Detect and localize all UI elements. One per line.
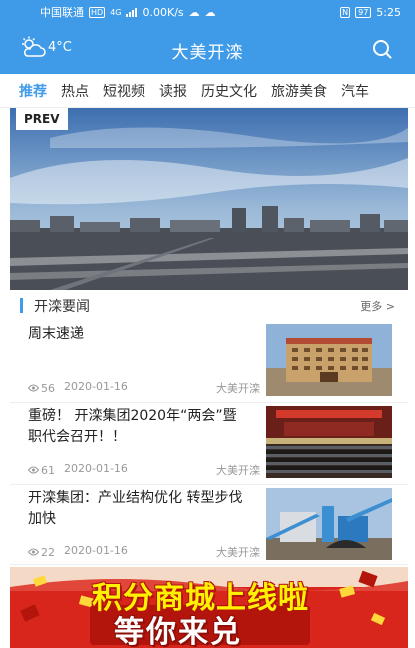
cloud-sync-icon: ☁ xyxy=(204,5,216,19)
city-skyline-image xyxy=(10,108,408,290)
prev-label[interactable]: PREV xyxy=(16,108,68,130)
news-source: 大美开滦 xyxy=(216,382,260,395)
status-right: N 97 5:25 xyxy=(340,6,401,19)
hd-badge: HD xyxy=(89,6,106,18)
network-speed: 0.00K/s xyxy=(142,5,184,19)
news-source: 大美开滦 xyxy=(216,546,260,559)
news-item[interactable]: 重磅！ 开滦集团2020年“两会”暨职代会召开！！ 61 2020-01-16 … xyxy=(20,406,392,482)
news-meta: 56 2020-01-16 大美开滦 xyxy=(28,380,260,396)
tab-recommend[interactable]: 推荐 xyxy=(19,81,47,101)
news-date: 2020-01-16 xyxy=(64,462,128,475)
status-left: 中国联通 HD 4G 0.00K/s ☁ ☁ xyxy=(40,4,216,20)
news-title[interactable]: 重磅！ 开滦集团2020年“两会”暨职代会召开！！ xyxy=(28,406,250,448)
view-count: 22 xyxy=(41,545,55,559)
news-thumbnail[interactable] xyxy=(266,406,392,478)
divider xyxy=(10,402,408,403)
status-bar: 中国联通 HD 4G 0.00K/s ☁ ☁ N 97 5:25 xyxy=(0,0,415,24)
tab-newspaper[interactable]: 读报 xyxy=(159,81,187,101)
divider xyxy=(10,484,408,485)
divider xyxy=(10,564,408,565)
battery-icon: 97 xyxy=(355,6,372,18)
section-title: 开滦要闻 xyxy=(34,299,90,315)
category-tabs: 推荐 热点 短视频 读报 历史文化 旅游美食 汽车 xyxy=(0,74,415,108)
section-accent-bar xyxy=(20,298,23,313)
carrier-label: 中国联通 xyxy=(40,6,84,19)
news-title[interactable]: 开滦集团：产业结构优化 转型步伐加快 xyxy=(28,488,250,530)
tab-short-video[interactable]: 短视频 xyxy=(103,81,145,101)
news-item[interactable]: 开滦集团：产业结构优化 转型步伐加快 22 2020-01-16 大美开滦 xyxy=(20,488,392,564)
tab-auto[interactable]: 汽车 xyxy=(341,81,369,101)
news-item[interactable]: 周末速递 56 2020-01-16 大美开滦 xyxy=(20,324,392,400)
points-mall-ad-banner[interactable]: 积分商城上线啦 等你来兑 xyxy=(10,567,408,648)
news-thumbnail[interactable] xyxy=(266,324,392,396)
tab-travel-food[interactable]: 旅游美食 xyxy=(271,81,327,101)
eye-icon xyxy=(28,384,39,392)
view-count: 61 xyxy=(41,463,55,477)
view-count: 56 xyxy=(41,381,55,395)
more-link[interactable]: 更多 > xyxy=(360,298,395,314)
news-date: 2020-01-16 xyxy=(64,544,128,557)
news-meta: 22 2020-01-16 大美开滦 xyxy=(28,544,260,560)
nfc-icon: N xyxy=(340,6,351,18)
news-source: 大美开滦 xyxy=(216,464,260,477)
app-header: 4°C 大美开滦 xyxy=(0,24,415,74)
clock: 5:25 xyxy=(376,5,401,19)
news-meta: 61 2020-01-16 大美开滦 xyxy=(28,462,260,478)
news-date: 2020-01-16 xyxy=(64,380,128,393)
section-header: 开滦要闻 更多 > xyxy=(20,296,395,316)
banner-carousel[interactable]: PREV xyxy=(10,108,408,290)
search-icon[interactable] xyxy=(371,38,393,60)
cloud-icon: ☁ xyxy=(188,5,200,19)
eye-icon xyxy=(28,548,39,556)
ad-subheadline: 等你来兑 xyxy=(114,615,242,648)
news-title[interactable]: 周末速递 xyxy=(28,324,250,345)
eye-icon xyxy=(28,466,39,474)
tab-hot[interactable]: 热点 xyxy=(61,81,89,101)
news-thumbnail[interactable] xyxy=(266,488,392,560)
network-type: 4G xyxy=(110,7,122,17)
signal-icon xyxy=(126,7,138,17)
tab-history-culture[interactable]: 历史文化 xyxy=(201,81,257,101)
app-title: 大美开滦 xyxy=(171,43,244,63)
